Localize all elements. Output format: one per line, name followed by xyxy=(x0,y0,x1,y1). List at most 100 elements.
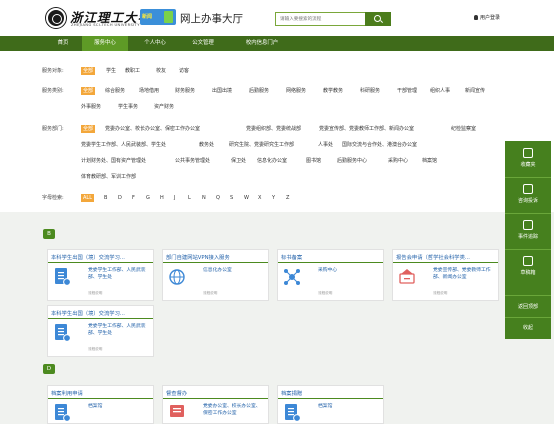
filter-option[interactable]: 全部 xyxy=(81,125,96,133)
letter-option[interactable]: Q xyxy=(216,194,220,202)
filter-option[interactable]: 信息化办公室 xyxy=(257,157,287,165)
filter-option[interactable]: 全部 xyxy=(81,87,96,95)
filter-option[interactable]: 国际交流与合作处、港澳台办公室 xyxy=(342,141,417,149)
service-card[interactable]: 档案捐赠 档案馆 xyxy=(277,385,384,424)
card-flow-link[interactable]: 流程说明 xyxy=(318,291,332,296)
card-title[interactable]: 档案利用申请 xyxy=(51,389,150,397)
filter-option[interactable]: 访客 xyxy=(179,67,189,75)
filter-option[interactable]: 档案馆 xyxy=(422,157,437,165)
filter-option[interactable]: 资产财务 xyxy=(154,103,174,111)
filter-option[interactable]: 场地借用 xyxy=(139,87,159,95)
card-flow-link[interactable]: 流程说明 xyxy=(88,291,102,296)
track-button[interactable]: 事件追踪 xyxy=(505,220,551,240)
service-card[interactable]: 本科学生出国（境）交流学习... 党委学生工作部、人民武装部、学生处 流程说明 xyxy=(47,305,154,357)
filter-option[interactable]: 党委学生工作部、人民武装部、学生处 xyxy=(81,141,166,149)
letter-option[interactable]: X xyxy=(258,194,261,202)
card-title[interactable]: 督查督办 xyxy=(166,389,265,397)
filter-option[interactable]: 纪检监察室 xyxy=(451,125,476,133)
university-logo-en: ZHEJIANG SCI-TECH UNIVERSITY xyxy=(71,23,140,27)
service-card[interactable]: 报告会申请（哲学社会科学类... 党委宣传部、党委教师工作部、新闻办公室 流程说… xyxy=(392,249,499,301)
card-title[interactable]: 本科学生出国（境）交流学习... xyxy=(51,309,150,317)
filter-option[interactable]: 党委组织部、党委统战部 xyxy=(246,125,301,133)
letter-option[interactable]: ALL xyxy=(81,194,94,202)
filter-option[interactable]: 采购中心 xyxy=(388,157,408,165)
filter-option[interactable]: 图书馆 xyxy=(306,157,321,165)
card-title[interactable]: 报告会申请（哲学社会科学类... xyxy=(396,253,495,261)
document-check-icon xyxy=(55,268,71,286)
filter-option[interactable]: 学生 xyxy=(106,67,116,75)
filter-label: 服务类别: xyxy=(42,88,64,94)
filter-option[interactable]: 教学教务 xyxy=(323,87,343,95)
search-input[interactable] xyxy=(276,13,366,25)
filter-option[interactable]: 综合服务 xyxy=(105,87,125,95)
login-link[interactable]: 用户登录 xyxy=(474,14,500,21)
nav-service-center[interactable]: 服务中心 xyxy=(82,36,128,51)
card-flow-link[interactable]: 流程说明 xyxy=(88,347,102,352)
document-check-icon xyxy=(55,404,71,422)
card-department: 档案馆 xyxy=(318,404,333,409)
service-card[interactable]: 档案利用申请 档案馆 xyxy=(47,385,154,424)
letter-option[interactable]: D xyxy=(118,194,122,202)
letter-option[interactable]: W xyxy=(244,194,249,202)
filter-option[interactable]: 外事服务 xyxy=(81,103,101,111)
filter-option[interactable]: 网络服务 xyxy=(286,87,306,95)
filter-option[interactable]: 人事处 xyxy=(318,141,333,149)
letter-option[interactable]: G xyxy=(146,194,150,202)
filter-option[interactable]: 出国出境 xyxy=(212,87,232,95)
letter-option[interactable]: Z xyxy=(286,194,289,202)
filter-option[interactable]: 保卫处 xyxy=(231,157,246,165)
filter-option[interactable]: 后勤服务 xyxy=(249,87,269,95)
consult-button[interactable]: 咨询投诉 xyxy=(505,184,551,204)
filter-option[interactable]: 公共事务管理处 xyxy=(175,157,210,165)
filter-option[interactable]: 党委宣传部、党委教师工作部、新闻办公室 xyxy=(319,125,414,133)
letter-option[interactable]: N xyxy=(202,194,206,202)
card-flow-link[interactable]: 流程说明 xyxy=(433,291,447,296)
favorites-button[interactable]: 收藏夹 xyxy=(505,148,551,168)
filter-option[interactable]: 校友 xyxy=(156,67,166,75)
filter-option[interactable]: 党委办公室、校长办公室、保密工作办公室 xyxy=(105,125,200,133)
card-title[interactable]: 档案捐赠 xyxy=(281,389,380,397)
search-button[interactable] xyxy=(365,12,391,26)
filter-option[interactable]: 教务处 xyxy=(199,141,214,149)
filter-option[interactable]: 体育教研部、军训工作部 xyxy=(81,173,136,181)
nav-home[interactable]: 首页 xyxy=(48,36,78,51)
back-to-top-button[interactable]: 返回顶部 xyxy=(505,303,551,310)
filter-label: 服务对象: xyxy=(42,68,64,74)
letter-option[interactable]: J xyxy=(174,194,175,202)
filter-option[interactable]: 全部 xyxy=(81,67,96,75)
letter-option[interactable]: L xyxy=(188,194,191,202)
letter-option[interactable]: F xyxy=(132,194,135,202)
filter-option[interactable]: 研究生院、党委研究生工作部 xyxy=(229,141,294,149)
service-card[interactable]: 督查督办 党委办公室、校长办公室、保密工作办公室 xyxy=(162,385,269,424)
letter-option[interactable]: Y xyxy=(272,194,275,202)
filter-option[interactable]: 计划财务处、国有资产管理处 xyxy=(81,157,146,165)
filter-option[interactable]: 新闻宣传 xyxy=(465,87,485,95)
letter-option[interactable]: H xyxy=(160,194,164,202)
nav-document-mgmt[interactable]: 公文管理 xyxy=(180,36,226,51)
filter-option[interactable]: 学生事务 xyxy=(118,103,138,111)
filter-option[interactable]: 组织人事 xyxy=(430,87,450,95)
service-card[interactable]: 标书备案 采购中心 流程说明 xyxy=(277,249,384,301)
card-flow-link[interactable]: 流程说明 xyxy=(203,291,217,296)
card-department: 党委宣传部、党委教师工作部、新闻办公室 xyxy=(433,268,491,280)
filter-option[interactable]: 后勤服务中心 xyxy=(337,157,367,165)
card-title[interactable]: 本科学生出国（境）交流学习... xyxy=(51,253,150,261)
supervise-icon xyxy=(170,405,184,417)
nav-personal-center[interactable]: 个人中心 xyxy=(134,36,176,51)
filter-option[interactable]: 科研服务 xyxy=(360,87,380,95)
drafts-button[interactable]: 草稿箱 xyxy=(505,256,551,276)
service-card[interactable]: 本科学生出国（境）交流学习... 党委学生工作部、人民武装部、学生处 流程说明 xyxy=(47,249,154,301)
anniversary-badge: 新闻 xyxy=(140,9,176,25)
service-card[interactable]: 部门自建网站VPN接入服务 信息化办公室 流程说明 xyxy=(162,249,269,301)
search-box xyxy=(275,12,391,26)
letter-option[interactable]: B xyxy=(104,194,107,202)
filter-option[interactable]: 财务服务 xyxy=(175,87,195,95)
chat-icon xyxy=(523,184,533,194)
card-title[interactable]: 部门自建网站VPN接入服务 xyxy=(166,253,265,261)
filter-option[interactable]: 教职工 xyxy=(125,67,140,75)
nav-info-portal[interactable]: 校内信息门户 xyxy=(232,36,292,51)
card-title[interactable]: 标书备案 xyxy=(281,253,380,261)
letter-option[interactable]: S xyxy=(230,194,233,202)
collapse-button[interactable]: 收起 xyxy=(505,324,551,331)
filter-option[interactable]: 干部管理 xyxy=(397,87,417,95)
